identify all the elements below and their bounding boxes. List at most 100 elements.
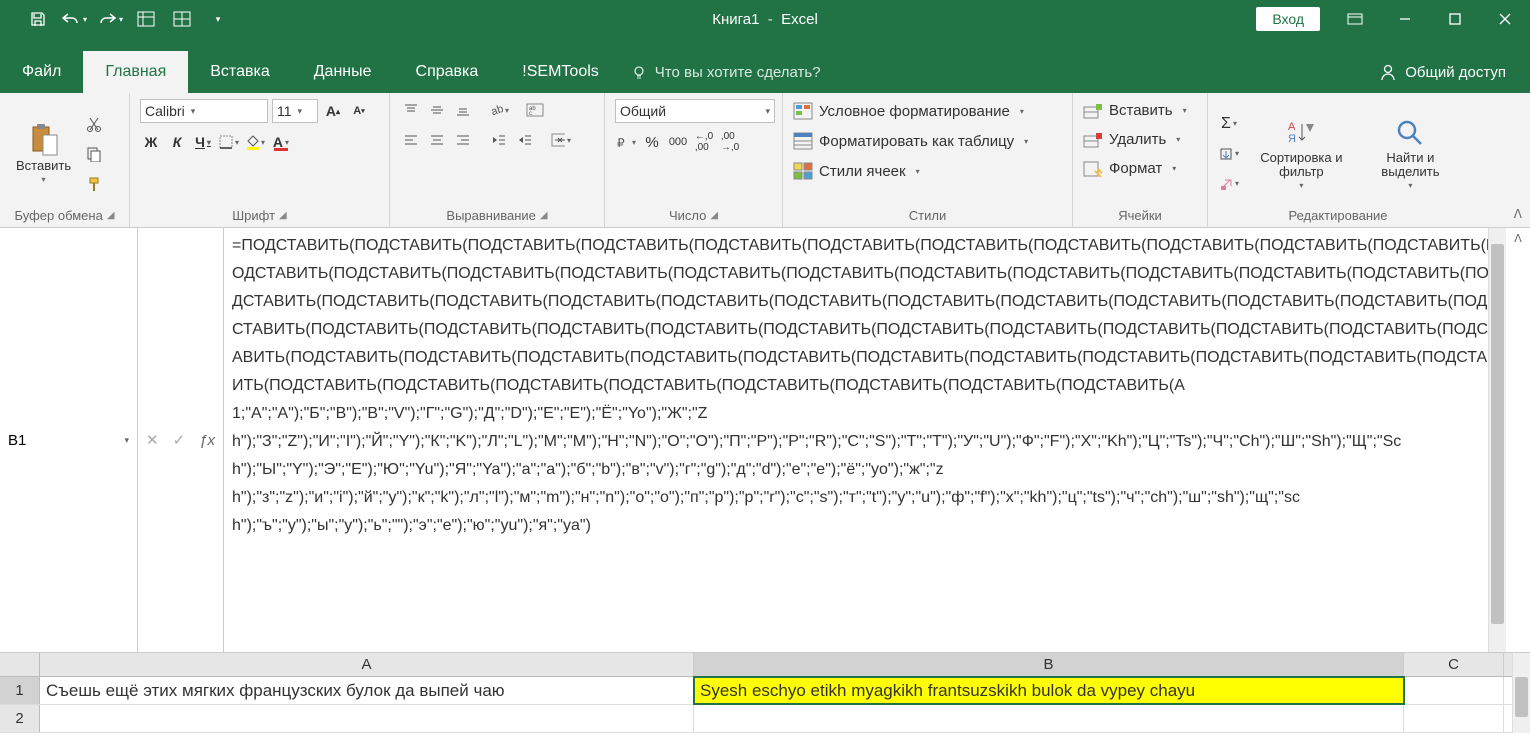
orientation-button[interactable]: ab bbox=[488, 99, 510, 121]
format-cells-button[interactable]: Формат▾ bbox=[1083, 157, 1197, 180]
font-group-label: Шрифт bbox=[232, 208, 275, 223]
formula-bar: ▾ ✕ ✓ ƒx =ПОДСТАВИТЬ(ПОДСТАВИТЬ(ПОДСТАВИ… bbox=[0, 228, 1530, 653]
align-bottom-button[interactable] bbox=[452, 99, 474, 121]
tab-semtools[interactable]: !SEMTools bbox=[500, 51, 620, 93]
align-right-button[interactable] bbox=[452, 129, 474, 151]
clear-button[interactable] bbox=[1218, 173, 1240, 195]
fill-button[interactable] bbox=[1218, 143, 1240, 165]
wrap-text-button[interactable]: abc bbox=[524, 99, 546, 121]
border-button[interactable] bbox=[218, 131, 240, 153]
font-size-combo[interactable]: 11▾ bbox=[272, 99, 318, 123]
insert-cells-button[interactable]: Вставить▾ bbox=[1083, 99, 1197, 122]
maximize-button[interactable] bbox=[1430, 0, 1480, 38]
cell-A1[interactable]: Съешь ещё этих мягких французских булок … bbox=[40, 677, 694, 704]
cell-B1[interactable]: Syesh eschyo etikh myagkikh frantsuzskik… bbox=[694, 677, 1404, 704]
tell-me[interactable]: Что вы хотите сделать? bbox=[631, 64, 821, 93]
accounting-button[interactable]: ₽ bbox=[615, 131, 637, 153]
cancel-formula-button[interactable]: ✕ bbox=[146, 431, 159, 449]
cell-B2[interactable] bbox=[694, 705, 1404, 732]
cell-C2[interactable] bbox=[1404, 705, 1504, 732]
comma-button[interactable]: 000 bbox=[667, 131, 689, 153]
italic-button[interactable]: К bbox=[166, 131, 188, 153]
collapse-ribbon-button[interactable]: ᐱ bbox=[1514, 207, 1522, 221]
paste-button[interactable]: Вставить ▾ bbox=[10, 120, 77, 188]
align-top-button[interactable] bbox=[400, 99, 422, 121]
align-middle-button[interactable] bbox=[426, 99, 448, 121]
font-color-button[interactable]: А bbox=[270, 131, 292, 153]
name-box-input[interactable] bbox=[8, 432, 124, 449]
format-as-table-button[interactable]: Форматировать как таблицу▾ bbox=[793, 129, 1062, 153]
cut-button[interactable] bbox=[83, 113, 105, 135]
formula-input[interactable]: =ПОДСТАВИТЬ(ПОДСТАВИТЬ(ПОДСТАВИТЬ(ПОДСТА… bbox=[224, 228, 1506, 652]
merge-button[interactable] bbox=[550, 129, 572, 151]
tab-insert[interactable]: Вставка bbox=[188, 51, 291, 93]
tab-home[interactable]: Главная bbox=[83, 51, 188, 93]
shrink-font-button[interactable]: A▾ bbox=[348, 100, 370, 122]
select-all-corner[interactable] bbox=[0, 653, 40, 676]
clipboard-label: Буфер обмена bbox=[14, 208, 102, 223]
save-button[interactable] bbox=[20, 0, 56, 38]
qat-customize[interactable]: ▾ bbox=[200, 0, 236, 38]
bold-button[interactable]: Ж bbox=[140, 131, 162, 153]
minimize-button[interactable] bbox=[1380, 0, 1430, 38]
redo-button[interactable]: ▾ bbox=[92, 0, 128, 38]
cell-C1[interactable] bbox=[1404, 677, 1504, 704]
number-group-label: Число bbox=[669, 208, 706, 223]
col-header-C[interactable]: C bbox=[1404, 653, 1504, 676]
percent-button[interactable]: % bbox=[641, 131, 663, 153]
ribbon: Вставить ▾ Буфер обмена ◢ Calibri▾ 11▾ A▴… bbox=[0, 93, 1530, 228]
col-header-A[interactable]: A bbox=[40, 653, 694, 676]
login-button[interactable]: Вход bbox=[1256, 7, 1320, 31]
tab-help[interactable]: Справка bbox=[394, 51, 501, 93]
copy-button[interactable] bbox=[83, 143, 105, 165]
qat-icon-1[interactable] bbox=[128, 0, 164, 38]
sheet-scrollbar[interactable] bbox=[1512, 653, 1530, 733]
cell-styles-button[interactable]: Стили ячеек▾ bbox=[793, 159, 1062, 183]
enter-formula-button[interactable]: ✓ bbox=[173, 431, 186, 449]
decrease-indent-button[interactable] bbox=[488, 129, 510, 151]
row-header-2[interactable]: 2 bbox=[0, 705, 40, 732]
name-box-dropdown[interactable]: ▾ bbox=[124, 435, 129, 446]
delete-cells-button[interactable]: Удалить▾ bbox=[1083, 128, 1197, 151]
find-icon bbox=[1394, 117, 1426, 149]
align-launcher[interactable]: ◢ bbox=[540, 210, 548, 221]
row-header-1[interactable]: 1 bbox=[0, 677, 40, 704]
underline-button[interactable]: Ч bbox=[192, 131, 214, 153]
decrease-decimal-button[interactable]: ,00→,0 bbox=[719, 131, 741, 153]
group-cells: Вставить▾ Удалить▾ Формат▾ Ячейки bbox=[1073, 93, 1208, 227]
tab-file[interactable]: Файл bbox=[0, 51, 83, 93]
autosum-button[interactable]: Σ bbox=[1218, 113, 1240, 135]
conditional-formatting-button[interactable]: Условное форматирование▾ bbox=[793, 99, 1062, 123]
increase-decimal-button[interactable]: ←,0,00 bbox=[693, 131, 715, 153]
undo-button[interactable]: ▾ bbox=[56, 0, 92, 38]
styles-group-label: Стили bbox=[909, 208, 946, 223]
number-format-combo[interactable]: Общий▾ bbox=[615, 99, 775, 123]
align-center-button[interactable] bbox=[426, 129, 448, 151]
number-launcher[interactable]: ◢ bbox=[710, 210, 718, 221]
formula-bar-collapse[interactable]: ᐱ bbox=[1506, 228, 1530, 652]
ribbon-tabs: Файл Главная Вставка Данные Справка !SEM… bbox=[0, 38, 1530, 93]
qat-icon-2[interactable] bbox=[164, 0, 200, 38]
font-name-combo[interactable]: Calibri▾ bbox=[140, 99, 268, 123]
fill-color-button[interactable] bbox=[244, 131, 266, 153]
format-painter-button[interactable] bbox=[83, 173, 105, 195]
close-button[interactable] bbox=[1480, 0, 1530, 38]
insert-function-button[interactable]: ƒx bbox=[199, 432, 215, 449]
column-headers: A B C bbox=[0, 653, 1530, 677]
grow-font-button[interactable]: A▴ bbox=[322, 100, 344, 122]
group-number: Общий▾ ₽ % 000 ←,0,00 ,00→,0 Число ◢ bbox=[605, 93, 783, 227]
ribbon-display-button[interactable] bbox=[1330, 0, 1380, 38]
cell-A2[interactable] bbox=[40, 705, 694, 732]
find-select-button[interactable]: Найти и выделить▾ bbox=[1363, 113, 1458, 195]
sort-filter-button[interactable]: АЯ Сортировка и фильтр▾ bbox=[1246, 113, 1357, 195]
name-box[interactable]: ▾ bbox=[0, 228, 138, 652]
group-font: Calibri▾ 11▾ A▴ A▾ Ж К Ч А Шрифт ◢ bbox=[130, 93, 390, 227]
clipboard-launcher[interactable]: ◢ bbox=[107, 210, 115, 221]
increase-indent-button[interactable] bbox=[514, 129, 536, 151]
share-button[interactable]: Общий доступ bbox=[1379, 63, 1530, 93]
font-launcher[interactable]: ◢ bbox=[279, 210, 287, 221]
align-left-button[interactable] bbox=[400, 129, 422, 151]
formula-scrollbar[interactable] bbox=[1488, 228, 1506, 652]
tab-data[interactable]: Данные bbox=[292, 51, 394, 93]
col-header-B[interactable]: B bbox=[694, 653, 1404, 676]
